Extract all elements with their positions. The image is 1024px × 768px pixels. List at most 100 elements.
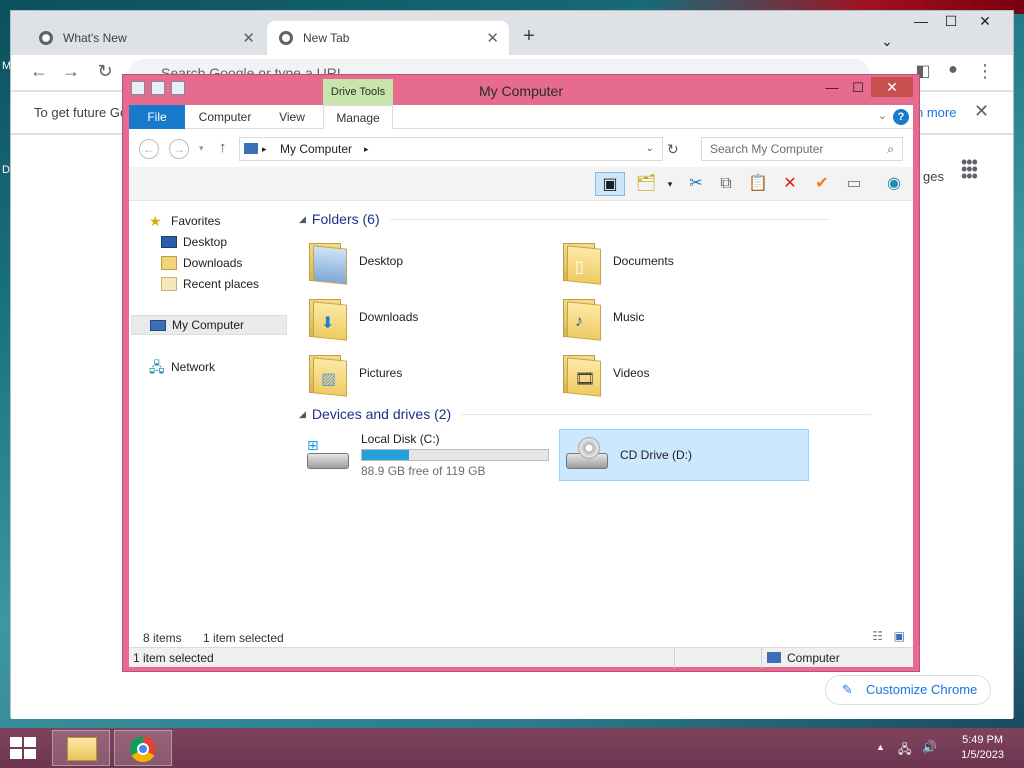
- collapse-icon[interactable]: ◢: [299, 214, 306, 225]
- sidebar-item-desktop[interactable]: Desktop: [161, 232, 227, 252]
- drives-group-header[interactable]: ◢ Devices and drives (2): [299, 406, 872, 422]
- drive-label: Local Disk (C:): [361, 432, 440, 446]
- cut-icon[interactable]: ✂: [683, 172, 709, 196]
- profile-avatar[interactable]: ●: [941, 61, 965, 79]
- close-window-button[interactable]: ✕: [871, 77, 913, 97]
- tab-computer[interactable]: Computer: [189, 105, 261, 129]
- delete-icon[interactable]: ✕: [777, 172, 803, 196]
- folder-videos[interactable]: 🎞 Videos: [561, 347, 649, 399]
- details-view-icon[interactable]: ☷: [872, 629, 883, 643]
- search-icon: ⌕: [887, 142, 894, 156]
- tab-view[interactable]: View: [265, 105, 319, 129]
- sidebar-item-label: Favorites: [171, 214, 221, 228]
- taskbar-explorer[interactable]: [52, 730, 110, 766]
- network-icon[interactable]: 🖧: [898, 740, 911, 761]
- selection-count: 1 item selected: [203, 631, 284, 645]
- menu-icon[interactable]: ⋮: [973, 61, 997, 82]
- learn-more-link[interactable]: n more: [916, 105, 956, 120]
- volume-icon[interactable]: 🔊: [922, 740, 937, 754]
- taskbar-chrome[interactable]: [114, 730, 172, 766]
- breadcrumb-arrow-icon[interactable]: ▸: [262, 138, 267, 160]
- close-icon[interactable]: ✕: [242, 29, 255, 47]
- minimize-button[interactable]: —: [819, 79, 845, 97]
- folders-group-header[interactable]: ◢ Folders (6): [299, 211, 830, 227]
- chevron-down-icon[interactable]: ⌄: [878, 109, 887, 122]
- clock[interactable]: 5:49 PM 1/5/2023: [961, 733, 1004, 763]
- sidebar-item-favorites[interactable]: ★ Favorites: [149, 211, 220, 231]
- start-button[interactable]: [10, 737, 36, 759]
- images-link[interactable]: ges: [923, 169, 944, 184]
- address-row: ← → ▾ ↑ ▸ My Computer ▸ ⌄ ↻ Search My Co…: [129, 133, 913, 163]
- pictures-folder-icon: ▨: [307, 351, 349, 397]
- folder-music[interactable]: ♪ Music: [561, 291, 644, 343]
- back-icon[interactable]: ←: [27, 61, 51, 82]
- tab-whats-new[interactable]: What's New ✕: [27, 21, 265, 55]
- back-icon[interactable]: ←: [139, 139, 159, 159]
- network-globe-icon[interactable]: ◉: [881, 172, 907, 196]
- folder-documents[interactable]: ▯ Documents: [561, 235, 674, 287]
- taskbar: ▲ 🖧 🔊 5:49 PM 1/5/2023: [0, 728, 1024, 768]
- chevron-down-icon[interactable]: ⌄: [646, 138, 654, 160]
- tab-manage[interactable]: Manage: [323, 105, 393, 129]
- large-icons-view-icon[interactable]: ▣: [894, 629, 905, 643]
- forward-icon[interactable]: →: [59, 61, 83, 82]
- folder-label: Documents: [613, 254, 674, 268]
- chrome-icon: [130, 736, 156, 762]
- new-tab-button[interactable]: +: [517, 25, 541, 48]
- forward-icon[interactable]: →: [169, 139, 189, 159]
- maximize-button[interactable]: ☐: [845, 79, 871, 97]
- refresh-icon[interactable]: ↻: [667, 141, 679, 158]
- folder-pictures[interactable]: ▨ Pictures: [307, 347, 402, 399]
- copy-icon[interactable]: ⧉: [713, 172, 739, 196]
- minimize-button[interactable]: —: [907, 13, 935, 29]
- rename-icon[interactable]: ▭: [841, 172, 867, 196]
- group-title: Folders (6): [311, 211, 380, 227]
- tab-strip: What's New ✕ New Tab ✕ + ⌄ — ☐ ✕: [11, 11, 1013, 55]
- folder-desktop[interactable]: Desktop: [307, 235, 403, 287]
- tab-new-tab[interactable]: New Tab ✕: [267, 21, 509, 55]
- customize-chrome-button[interactable]: ✎ Customize Chrome: [825, 675, 991, 705]
- folder-downloads[interactable]: ⬇ Downloads: [307, 291, 418, 343]
- sidebar-item-label: My Computer: [172, 318, 245, 332]
- videos-folder-icon: 🎞: [561, 351, 603, 397]
- item-count: 8 items: [143, 631, 182, 645]
- dropdown-arrow-icon[interactable]: ▾: [657, 172, 683, 196]
- drive-c[interactable]: ⊞ Local Disk (C:) 88.9 GB free of 119 GB: [305, 429, 555, 481]
- collapse-icon[interactable]: ◢: [299, 409, 306, 420]
- close-icon[interactable]: ✕: [486, 29, 499, 47]
- help-icon[interactable]: ?: [893, 109, 909, 125]
- maximize-button[interactable]: ☐: [937, 13, 965, 30]
- command-bar: ▣ 🗂 ▾ ✂ ⧉ 📋 ✕ ✔ ▭ ◉: [129, 167, 913, 201]
- breadcrumb-arrow-icon[interactable]: ▸: [364, 138, 369, 160]
- status-left: 1 item selected: [133, 651, 214, 665]
- tab-title: What's New: [63, 31, 127, 45]
- recent-locations-icon[interactable]: ▾: [199, 143, 204, 154]
- search-input[interactable]: Search My Computer ⌕: [701, 137, 903, 161]
- group-title: Devices and drives (2): [311, 406, 452, 422]
- sidebar-item-downloads[interactable]: Downloads: [161, 253, 242, 273]
- up-icon[interactable]: ↑: [219, 139, 227, 156]
- folder-icon: [307, 239, 349, 285]
- desktop-icon-fragment[interactable]: D: [2, 164, 10, 176]
- close-icon[interactable]: ✕: [974, 101, 989, 122]
- drive-d[interactable]: CD Drive (D:): [559, 429, 809, 481]
- reload-icon[interactable]: ↻: [93, 61, 117, 82]
- divider: [461, 413, 872, 415]
- apps-grid-icon[interactable]: ••• ••• •••: [961, 153, 978, 185]
- close-window-button[interactable]: ✕: [971, 13, 999, 30]
- title-bar[interactable]: Drive Tools My Computer — ☐ ✕: [123, 75, 919, 105]
- preview-pane-icon[interactable]: ▣: [595, 172, 625, 196]
- address-bar[interactable]: ▸ My Computer ▸ ⌄: [239, 137, 663, 161]
- checkmark-icon[interactable]: ✔: [809, 172, 835, 196]
- tab-search-icon[interactable]: ⌄: [873, 33, 901, 50]
- paste-icon[interactable]: 📋: [745, 172, 771, 196]
- tab-file[interactable]: File: [129, 105, 185, 129]
- ribbon-tabs: File Computer View Manage ⌄ ?: [129, 105, 913, 129]
- sidebar-item-network[interactable]: 🖧 Network: [149, 357, 215, 377]
- sidebar-item-my-computer[interactable]: My Computer: [131, 315, 287, 335]
- downloads-folder-icon: ⬇: [307, 295, 349, 341]
- downloads-folder-icon: [161, 256, 177, 270]
- sidebar-item-recent[interactable]: Recent places: [161, 274, 259, 294]
- properties-icon[interactable]: 🗂: [633, 172, 659, 196]
- show-hidden-icons[interactable]: ▲: [876, 742, 885, 752]
